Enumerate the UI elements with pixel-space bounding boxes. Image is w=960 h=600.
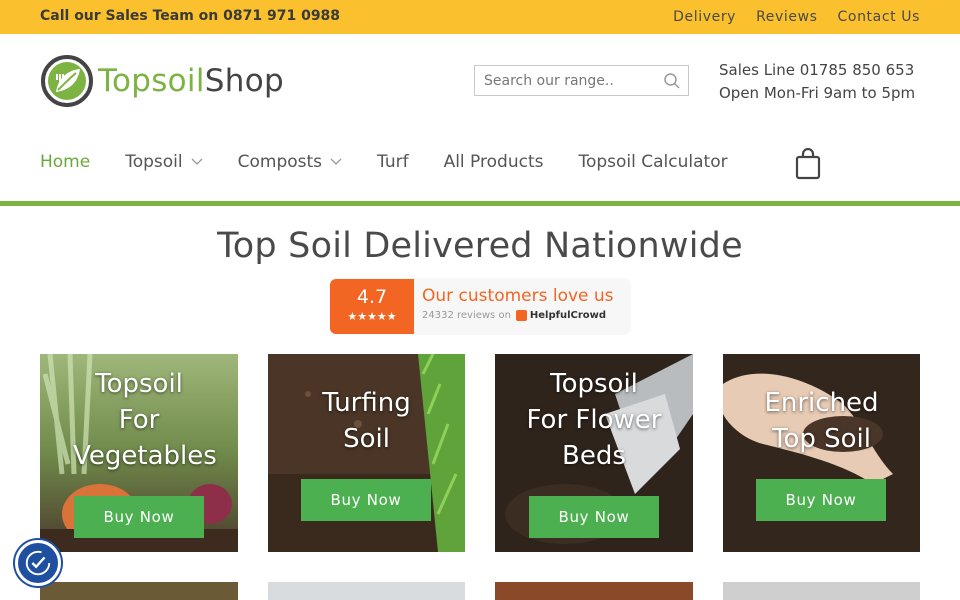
nav-topsoil[interactable]: Topsoil [125,152,203,172]
main-nav: Home Topsoil Composts Turf All Products … [40,152,763,172]
top-links: Delivery Reviews Contact Us [673,9,920,25]
search-box [474,65,689,96]
product-title-line: Topsoil [550,369,638,399]
review-count: 24332 reviews on [422,310,511,321]
product-title-line: Top Soil [772,424,871,454]
nav-composts[interactable]: Composts [238,152,342,172]
logo-text-part1: Topsoil [98,63,205,99]
search-input[interactable] [475,72,655,89]
helpfulcrowd-name: HelpfulCrowd [529,310,607,321]
buy-now-button[interactable]: Buy Now [74,496,204,538]
product-card-flower-beds[interactable]: Topsoil For Flower Beds Buy Now [495,354,693,552]
opening-hours: Open Mon-Fri 9am to 5pm [719,84,916,102]
review-headline: Our customers love us [422,286,614,306]
product-card-turfing-soil[interactable]: Turfing Soil Buy Now [268,354,465,552]
buy-now-button[interactable]: Buy Now [756,479,886,521]
nav-turf-label: Turf [377,152,409,172]
product-card-vegetables[interactable]: Topsoil For Vegetables Buy Now [40,354,238,552]
sales-call-text: Call our Sales Team on 0871 971 0988 [40,8,341,24]
reviews-link[interactable]: Reviews [756,9,817,25]
buy-now-button[interactable]: Buy Now [301,479,431,521]
nav-topsoil-label: Topsoil [125,152,183,172]
page-title: Top Soil Delivered Nationwide [217,226,743,266]
logo-leaf-icon [41,55,93,107]
helpfulcrowd-logo: HelpfulCrowd [515,310,607,321]
nav-home[interactable]: Home [40,152,90,172]
nav-home-label: Home [40,152,91,172]
review-score: 4.7 [356,286,388,308]
product-card-row2[interactable] [268,582,465,600]
product-card-row2[interactable] [40,582,238,600]
header-divider [0,201,960,206]
product-title: Topsoil For Flower Beds [495,366,693,474]
product-title: Turfing Soil [268,385,465,457]
nav-all-products-label: All Products [443,152,544,172]
reviews-widget[interactable]: 4.7 ★★★★★ Our customers love us 24332 re… [330,279,630,334]
nav-topsoil-calculator[interactable]: Topsoil Calculator [578,152,727,172]
review-score-box: 4.7 ★★★★★ [330,279,414,334]
star-rating-icon: ★★★★★ [347,310,397,323]
product-title-line: Vegetables [73,441,217,471]
nav-composts-label: Composts [237,152,323,172]
chevron-down-icon [191,158,203,165]
review-text: Our customers love us 24332 reviews on H… [414,279,614,334]
sales-info: Sales Line 01785 850 653 Open Mon-Fri 9a… [719,59,915,105]
logo-text: TopsoilShop [98,63,284,99]
product-card-row2[interactable] [723,582,920,600]
product-title-line: Soil [343,424,390,454]
chevron-down-icon [330,158,342,165]
site-logo[interactable]: TopsoilShop [40,54,284,108]
logo-text-part2: Shop [204,63,284,99]
sales-line: Sales Line 01785 850 653 [719,61,915,79]
product-title: Topsoil For Vegetables [40,366,238,474]
nav-all-products[interactable]: All Products [444,152,544,172]
product-title-line: Enriched [764,388,879,418]
search-icon[interactable] [663,72,681,90]
top-bar: Call our Sales Team on 0871 971 0988 Del… [0,0,960,34]
nav-topsoil-calculator-label: Topsoil Calculator [578,152,728,172]
product-title: Enriched Top Soil [723,385,920,457]
delivery-link[interactable]: Delivery [673,9,736,25]
nav-turf[interactable]: Turf [377,152,409,172]
contact-us-link[interactable]: Contact Us [838,9,920,25]
review-count-line: 24332 reviews on HelpfulCrowd [422,310,614,321]
helpfulcrowd-icon [515,310,527,321]
product-card-row2[interactable] [495,582,693,600]
shopping-bag-icon[interactable] [795,148,821,180]
buy-now-button[interactable]: Buy Now [529,496,659,538]
product-title-line: Topsoil [95,369,183,399]
product-card-enriched-top-soil[interactable]: Enriched Top Soil Buy Now [723,354,920,552]
accessibility-button[interactable] [15,540,61,586]
product-title-line: For Flower [526,405,662,435]
product-title-line: Beds [562,441,626,471]
accessibility-icon [25,550,51,576]
product-title-line: For [118,405,160,435]
product-title-line: Turfing [322,388,411,418]
